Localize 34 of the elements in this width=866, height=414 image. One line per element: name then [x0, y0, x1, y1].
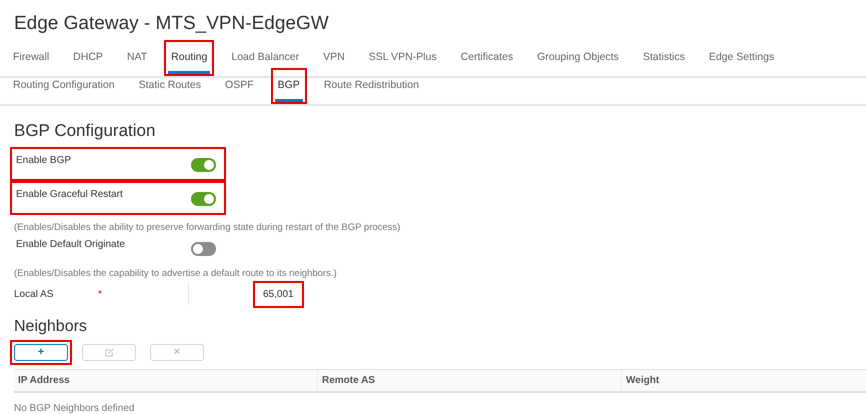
setting-description: (Enables/Disables the ability to preserve forwarding state during restart of the BGP process) [13, 220, 402, 234]
tab[interactable]: Certificates [458, 48, 516, 74]
required-mark: * [98, 288, 103, 302]
pencil-icon [104, 348, 114, 357]
setting-label: Enable Default Originate [16, 238, 125, 252]
section-title: Neighbors [13, 317, 88, 337]
page-title: Edge Gateway - MTS_VPN-EdgeGW [13, 12, 330, 36]
tab[interactable]: Edge Settings [706, 48, 778, 74]
toggle-switch[interactable] [191, 158, 216, 172]
tab[interactable]: Grouping Objects [534, 48, 622, 74]
local-as-value: 65,001 [253, 280, 304, 308]
column-header: Remote AS [318, 370, 622, 391]
setting-description: (Enables/Disables the capability to advertise a default route to its neighbors.) [13, 266, 338, 281]
tab[interactable]: Static Routes [136, 76, 204, 102]
tab[interactable]: VPN [320, 48, 348, 74]
tab[interactable]: DHCP [70, 48, 106, 74]
column-header: IP Address [14, 370, 318, 391]
setting-label: Enable BGP [16, 154, 72, 168]
add-button[interactable]: + [14, 344, 68, 361]
empty-message: No BGP Neighbors defined [13, 402, 136, 414]
setting-label: Enable Graceful Restart [16, 188, 123, 202]
toggle-switch[interactable] [191, 242, 216, 256]
tab[interactable]: NAT [124, 48, 150, 74]
toggle-switch[interactable] [191, 192, 216, 206]
tab[interactable]: OSPF [222, 76, 257, 102]
field-label: Local AS [14, 288, 54, 302]
tab[interactable]: Route Redistribution [320, 76, 422, 102]
tab[interactable]: SSL VPN-Plus [366, 48, 440, 74]
section-title: BGP Configuration [13, 120, 156, 142]
tab[interactable]: Statistics [640, 48, 688, 74]
column-header: Weight [625, 374, 660, 388]
tab[interactable]: Routing Configuration [10, 76, 118, 102]
tab[interactable]: Load Balancer [228, 48, 302, 74]
tab[interactable]: Firewall [10, 48, 52, 74]
